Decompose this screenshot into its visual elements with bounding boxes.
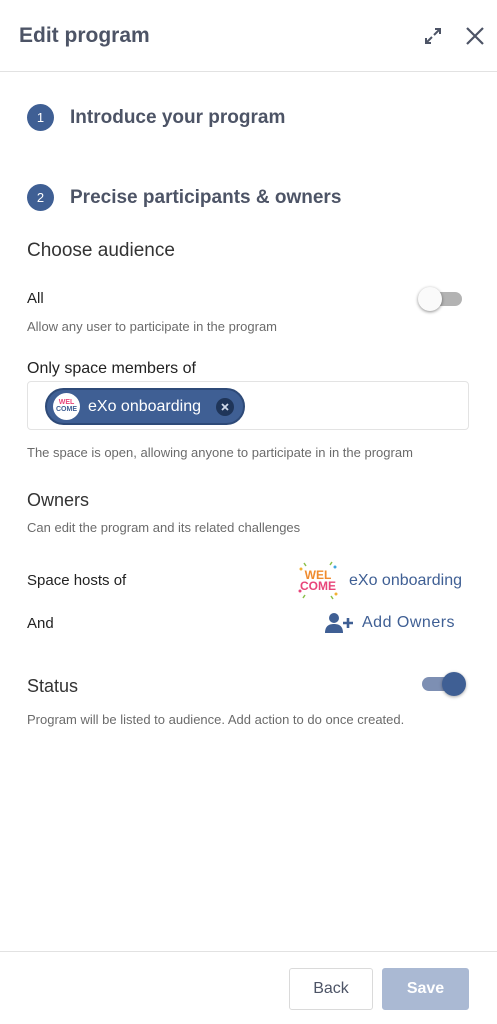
owners-heading: Owners (27, 490, 90, 510)
all-description: Allow any user to participate in the pro… (27, 319, 278, 334)
owners-description: Can edit the program and its related cha… (27, 520, 301, 535)
space-avatar: WEL COME (53, 393, 80, 420)
add-owners-label: Add Owners (362, 614, 456, 631)
space-selector-input[interactable]: WEL COME eXo onboarding (27, 381, 469, 430)
step-label: Introduce your program (70, 106, 286, 128)
drawer-header: Edit program (0, 0, 497, 72)
remove-chip-icon[interactable] (216, 398, 234, 416)
step-introduce-program[interactable]: 1 Introduce your program (27, 104, 285, 131)
drawer-title: Edit program (19, 24, 150, 47)
space-note: The space is open, allowing anyone to pa… (27, 445, 413, 460)
space-chip[interactable]: WEL COME eXo onboarding (45, 388, 245, 425)
space-hosts-link[interactable]: eXo onboarding (349, 572, 462, 590)
save-button[interactable]: Save (382, 968, 469, 1010)
status-description: Program will be listed to audience. Add … (27, 712, 405, 727)
step-label: Precise participants & owners (70, 186, 342, 208)
space-hosts-value[interactable]: WEL COME eXo onboarding (297, 561, 462, 601)
status-toggle[interactable] (420, 672, 466, 696)
step-number: 1 (27, 104, 54, 131)
status-heading: Status (27, 676, 79, 696)
step-number: 2 (27, 184, 54, 211)
space-members-label: Only space members of (27, 360, 196, 377)
space-logo: WEL COME (297, 561, 339, 601)
all-users-toggle[interactable] (418, 287, 464, 311)
all-label: All (27, 290, 44, 307)
step-participants-owners[interactable]: 2 Precise participants & owners (27, 184, 341, 211)
expand-icon[interactable] (423, 26, 443, 46)
choose-audience-heading: Choose audience (27, 240, 175, 261)
space-hosts-label: Space hosts of (27, 572, 127, 589)
drawer-footer: Back Save (0, 951, 497, 1024)
add-user-icon (325, 613, 353, 633)
space-chip-label: eXo onboarding (88, 397, 201, 415)
back-button[interactable]: Back (289, 968, 373, 1010)
close-icon[interactable] (464, 25, 486, 47)
add-owners-button[interactable]: Add Owners (324, 612, 455, 634)
and-label: And (27, 615, 54, 632)
